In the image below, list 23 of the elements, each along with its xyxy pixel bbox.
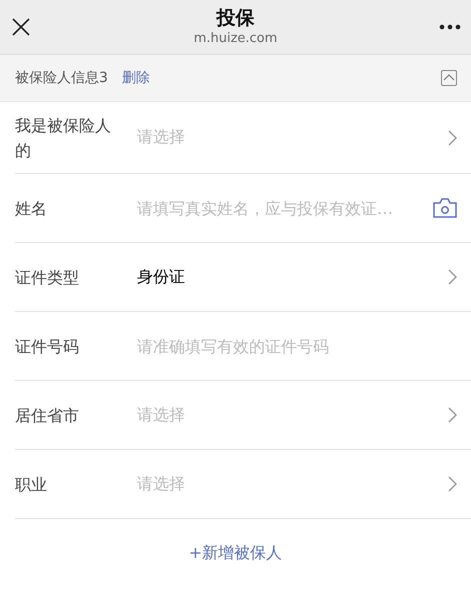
add-insured-button[interactable]: +新增被保人 xyxy=(182,539,288,568)
input-field[interactable]: 请准确填写有效的证件号码 xyxy=(137,336,457,356)
select-value[interactable]: 身份证 xyxy=(137,266,448,288)
field-label: 证件类型 xyxy=(15,266,80,288)
field-label: 职业 xyxy=(15,474,48,496)
section-title: 被保险人信息3 xyxy=(15,69,108,87)
chevron-icon xyxy=(448,130,457,146)
chevron-icon xyxy=(448,269,457,285)
close-button[interactable] xyxy=(10,16,32,38)
field-label: 姓名 xyxy=(15,198,48,220)
camera-icon[interactable] xyxy=(433,198,457,218)
delete-link[interactable]: 删除 xyxy=(122,69,150,87)
field-label: 我是被保险人的 xyxy=(15,114,112,162)
more-icon xyxy=(439,24,461,30)
close-icon xyxy=(12,18,30,36)
page-title: 投保 xyxy=(216,6,254,30)
field-label: 居住省市 xyxy=(15,404,80,426)
input-field[interactable]: 请填写真实姓名，应与投保有效证… xyxy=(137,198,433,218)
chevron-icon xyxy=(448,407,457,423)
chevron-icon xyxy=(448,476,457,492)
page-url: m.huize.com xyxy=(194,30,278,48)
collapse-icon[interactable] xyxy=(441,70,457,86)
field-label: 证件号码 xyxy=(15,336,80,358)
